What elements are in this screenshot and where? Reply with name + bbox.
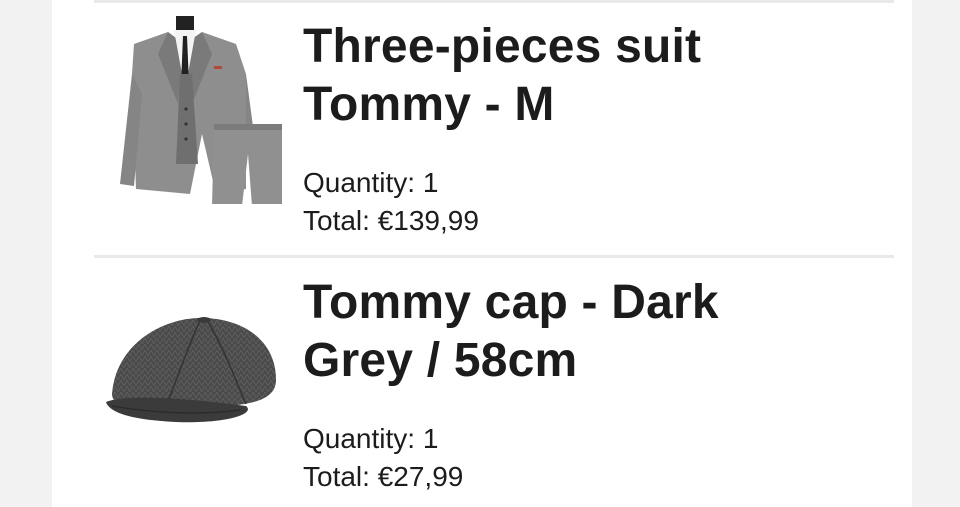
suit-illustration — [120, 16, 282, 204]
page-background: Three-pieces suit Tommy - M Quantity: 1 … — [0, 0, 960, 507]
title-line: Three-pieces suit — [303, 20, 702, 73]
cart-item-title[interactable]: Three-pieces suit Tommy - M — [303, 18, 883, 134]
title-line: Tommy - M — [303, 78, 555, 131]
three-piece-suit-image[interactable] — [106, 14, 286, 204]
cart-item-details: Quantity: 1 Total: €27,99 — [303, 420, 883, 496]
cap-illustration — [106, 317, 276, 423]
cart-item-info: Three-pieces suit Tommy - M Quantity: 1 … — [303, 6, 883, 240]
total-label: Total: €139,99 — [303, 205, 479, 236]
divider-top — [94, 0, 894, 3]
quantity-label: Quantity: 1 — [303, 167, 439, 198]
cart-item-info: Tommy cap - Dark Grey / 58cm Quantity: 1… — [303, 262, 883, 496]
divider-between-items — [94, 255, 894, 258]
cart-item-details: Quantity: 1 Total: €139,99 — [303, 164, 883, 240]
total-label: Total: €27,99 — [303, 461, 464, 492]
title-line: Tommy cap - Dark — [303, 276, 719, 329]
cart-item-title[interactable]: Tommy cap - Dark Grey / 58cm — [303, 274, 883, 390]
title-line: Grey / 58cm — [303, 334, 578, 387]
cart-item[interactable]: Three-pieces suit Tommy - M Quantity: 1 … — [94, 6, 894, 254]
cart-item[interactable]: Tommy cap - Dark Grey / 58cm Quantity: 1… — [94, 262, 894, 507]
flat-cap-image[interactable] — [106, 302, 286, 432]
quantity-label: Quantity: 1 — [303, 423, 439, 454]
